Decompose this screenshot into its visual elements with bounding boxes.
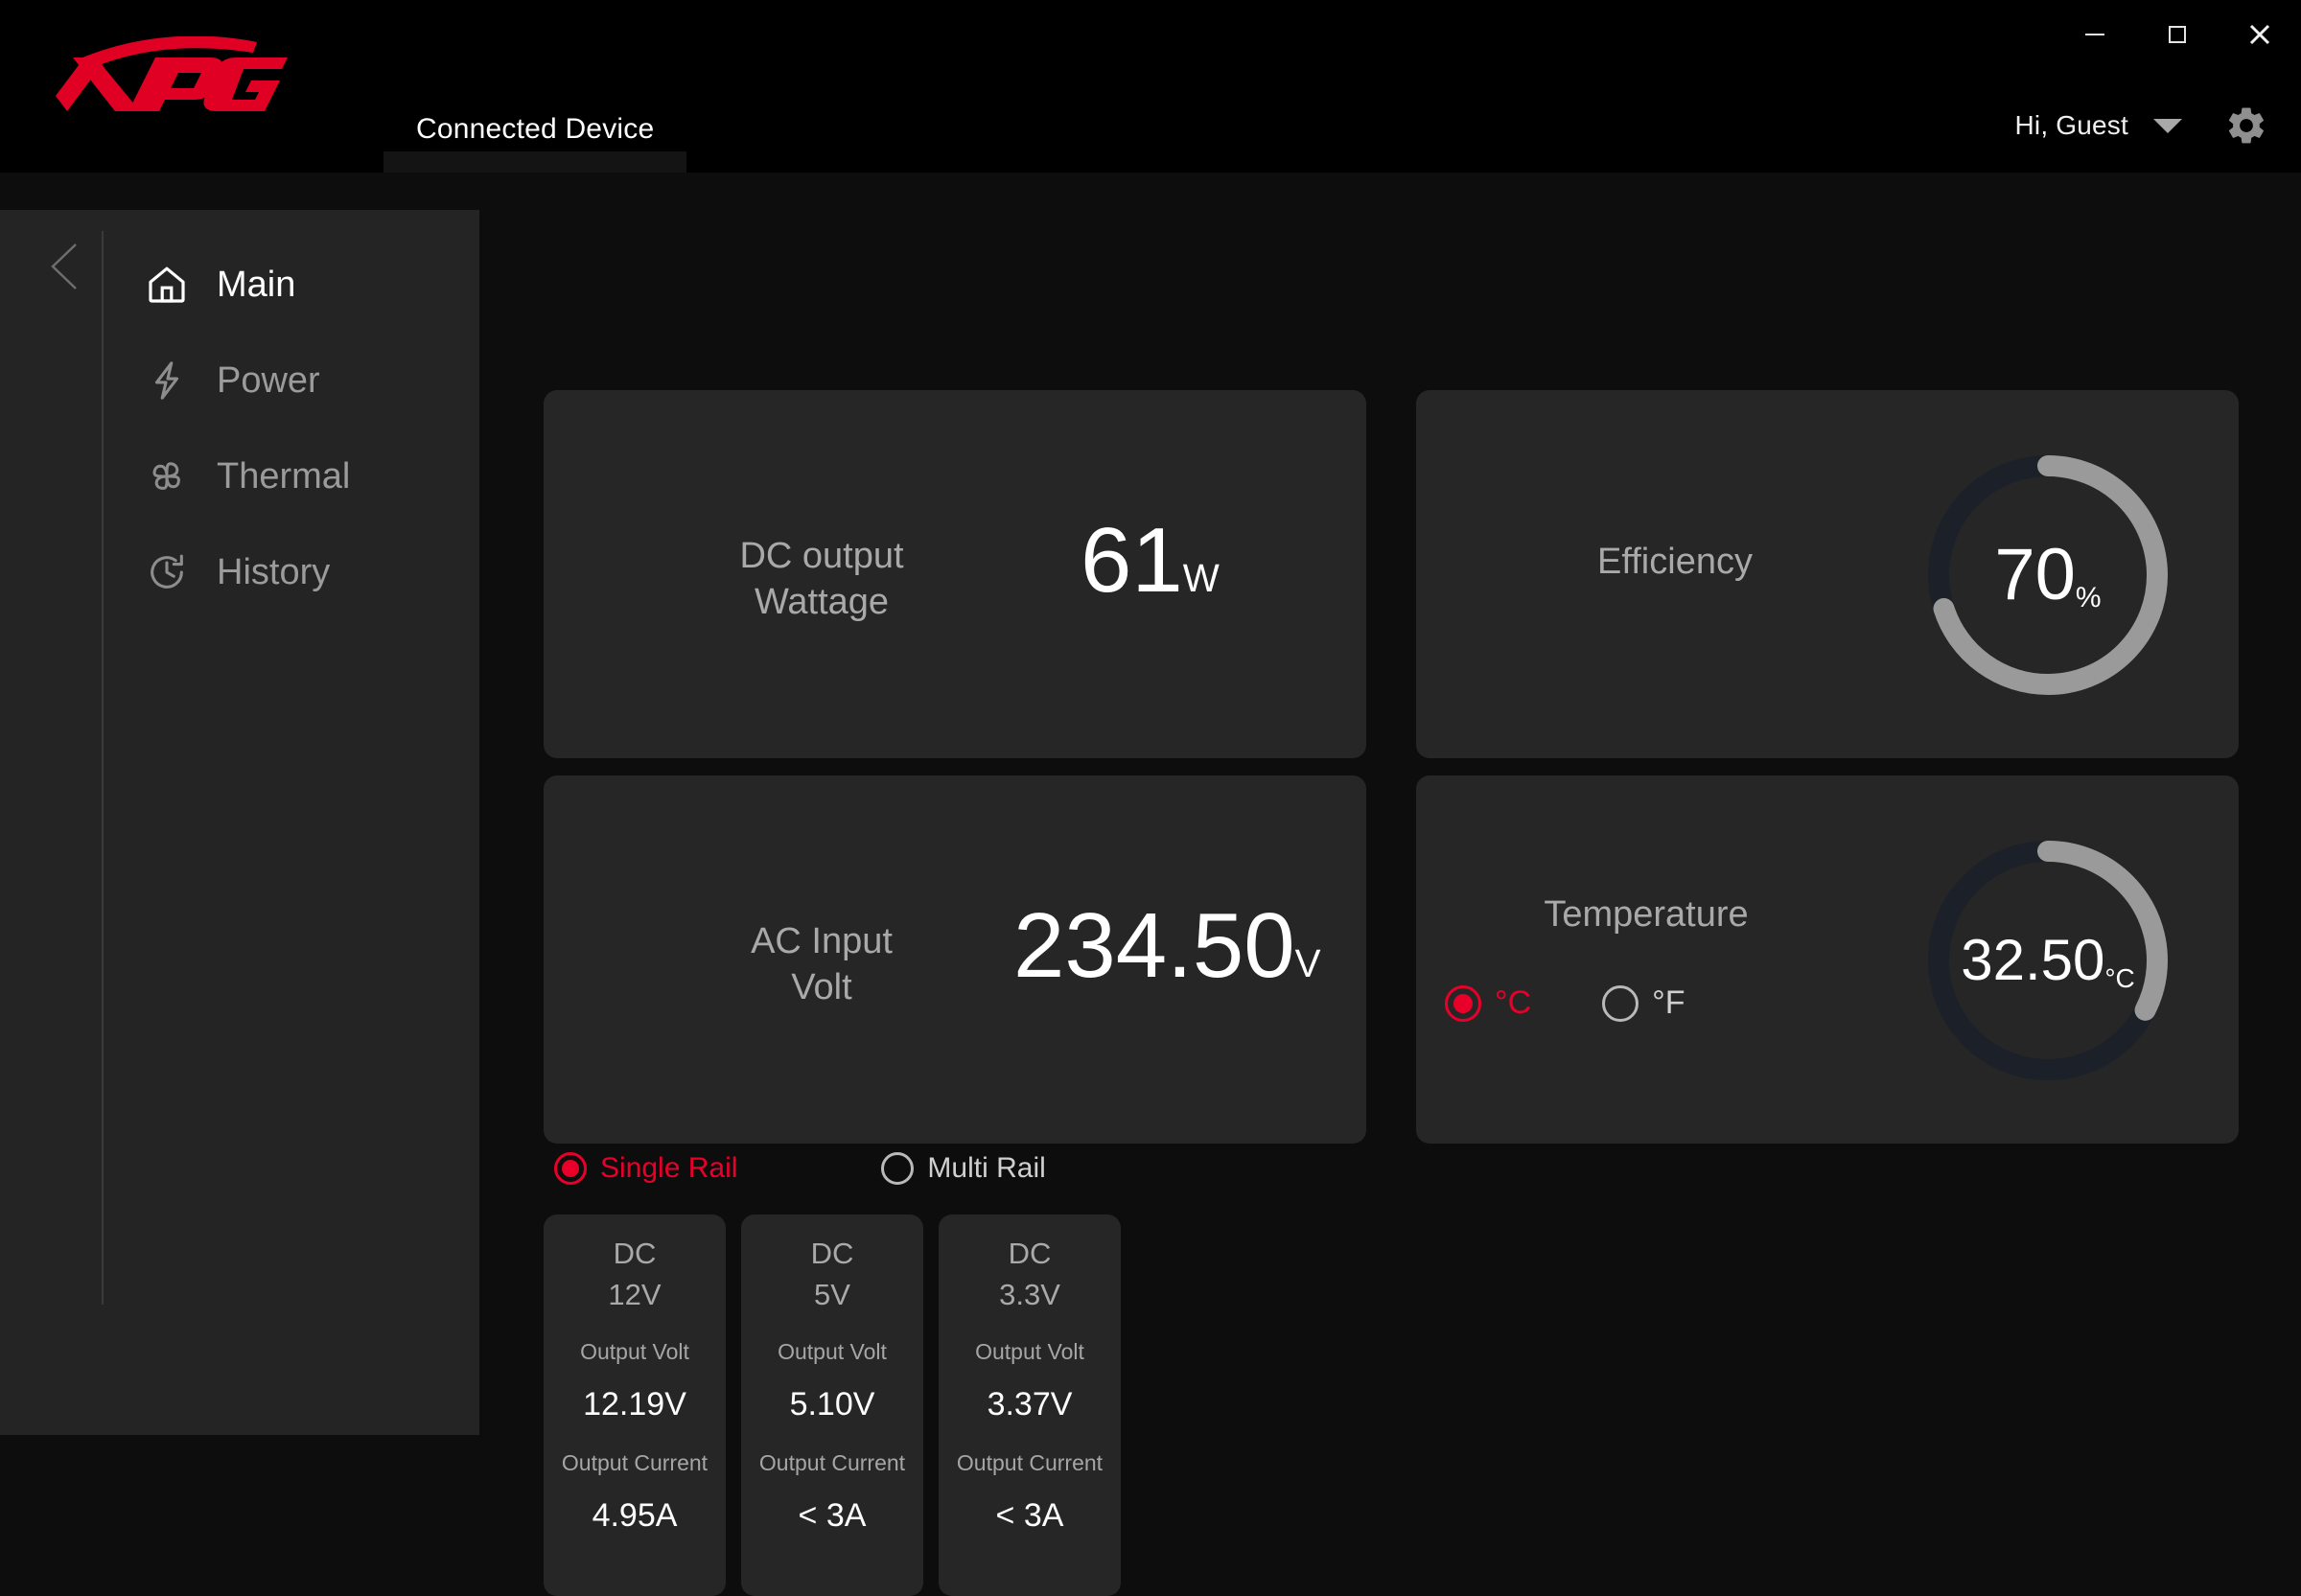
rail-voltage-name: 3.3V [999,1278,1060,1312]
tab-bar: Connected Device [384,69,687,173]
temperature-unit-radio-group: °C °F [1445,984,1756,1022]
rail-dc-label: DC [810,1237,854,1270]
efficiency-value: 70 [1994,534,2076,615]
ac-input-volt-label: AC Input Volt [659,919,985,1010]
ac-input-volt-unit: V [1294,941,1321,985]
temperature-value: 32.50 [1961,928,2105,992]
output-current-label: Output Current [758,1450,906,1476]
home-icon [142,260,192,310]
radio-label: Single Rail [600,1152,738,1184]
ac-input-volt-card: AC Input Volt 234.50V [544,775,1366,1144]
fan-icon [142,451,192,501]
output-current-value: 4.95A [592,1497,678,1535]
gear-icon[interactable] [2224,104,2268,148]
label-line-2: Wattage [754,581,890,622]
output-volt-value: 5.10V [789,1386,875,1423]
rail-voltage-name: 5V [814,1278,850,1312]
output-current-value: < 3A [995,1497,1064,1535]
label-line-1: DC output [739,536,904,576]
dc-output-wattage-label: DC output Wattage [659,534,985,625]
radio-label: °F [1652,984,1685,1021]
sidebar-divider [102,231,104,1305]
rail-card-5v: DC 5V Output Volt 5.10V Output Current <… [741,1214,923,1596]
collapse-sidebar-button[interactable] [34,233,101,300]
rail-card-3v3: DC 3.3V Output Volt 3.37V Output Current… [939,1214,1121,1596]
maximize-button[interactable] [2136,0,2219,69]
efficiency-label: Efficiency [1597,542,1753,582]
sidebar-item-label: Thermal [217,455,351,497]
sidebar: Main Power Thermal History [0,210,479,1435]
sidebar-item-label: History [217,551,331,592]
temperature-label: Temperature [1544,894,1749,935]
temperature-unit-celsius-radio[interactable]: °C [1445,984,1531,1022]
title-bar: Connected Device Hi, Guest [0,0,2301,173]
tab-label: Connected Device [416,113,655,145]
output-current-label: Output Current [956,1450,1104,1476]
minimize-button[interactable] [2054,0,2136,69]
label-line-1: AC Input [751,921,893,961]
output-volt-value: 3.37V [987,1386,1073,1423]
rail-mode-multi-radio[interactable]: Multi Rail [881,1152,1046,1185]
dc-output-wattage-value: 61 [1081,509,1183,612]
window-controls [2054,0,2301,69]
efficiency-gauge-text: 70% [1924,451,2172,699]
radio-dot-icon [881,1152,915,1185]
temperature-unit: °C [2104,963,2135,993]
radio-dot-icon [554,1152,587,1185]
output-volt-label: Output Volt [975,1339,1084,1365]
sidebar-item-history[interactable]: History [142,524,458,620]
sidebar-item-thermal[interactable]: Thermal [142,428,458,524]
user-greeting: Hi, Guest [2014,110,2128,140]
efficiency-gauge: 70% [1924,451,2172,699]
radio-dot-icon [1445,984,1481,1022]
user-menu[interactable]: Hi, Guest [2014,92,2301,159]
close-button[interactable] [2219,0,2301,69]
clock-icon [142,547,192,597]
rail-voltage-name: 12V [608,1278,662,1312]
rail-dc-label: DC [613,1237,657,1270]
output-volt-label: Output Volt [580,1339,689,1365]
radio-label: °C [1495,984,1532,1021]
dc-output-wattage-card: DC output Wattage 61W [544,390,1366,758]
temperature-gauge: 32.50 °C [1924,837,2172,1084]
chevron-down-icon[interactable] [2153,118,2182,133]
sidebar-nav: Main Power Thermal History [142,237,458,620]
rail-dc-label: DC [1008,1237,1052,1270]
rail-mode-single-radio[interactable]: Single Rail [554,1152,737,1185]
temperature-card: Temperature °C °F 32.50 °C [1416,775,2239,1144]
efficiency-card: Efficiency 70% [1416,390,2239,758]
sidebar-item-label: Power [217,359,320,401]
output-current-label: Output Current [561,1450,709,1476]
dc-output-wattage-value-group: 61W [1081,515,1220,607]
xpg-logo [48,35,307,113]
dc-output-wattage-unit: W [1182,556,1220,600]
radio-label: Multi Rail [927,1152,1046,1184]
label-line-2: Volt [791,966,852,1007]
sidebar-item-power[interactable]: Power [142,333,458,428]
content-area: Main Power Thermal History DC output Wat… [0,173,2301,1596]
bolt-icon [142,356,192,405]
rail-card-12v: DC 12V Output Volt 12.19V Output Current… [544,1214,726,1596]
tab-connected-device[interactable]: Connected Device [384,113,687,173]
rail-mode-radio-group: Single Rail Multi Rail [554,1152,1046,1185]
output-current-value: < 3A [798,1497,867,1535]
temperature-gauge-text: 32.50 °C [1924,837,2172,1084]
tab-active-indicator [384,151,687,173]
ac-input-volt-value: 234.50 [1013,894,1295,997]
radio-dot-icon [1602,984,1639,1022]
ac-input-volt-value-group: 234.50V [1013,900,1321,992]
temperature-unit-fahrenheit-radio[interactable]: °F [1602,984,1685,1022]
efficiency-unit: % [2075,582,2102,613]
output-volt-value: 12.19V [583,1386,686,1423]
output-volt-label: Output Volt [778,1339,887,1365]
sidebar-item-label: Main [217,264,296,305]
rail-cards: DC 12V Output Volt 12.19V Output Current… [544,1214,1121,1596]
sidebar-item-main[interactable]: Main [142,237,458,333]
